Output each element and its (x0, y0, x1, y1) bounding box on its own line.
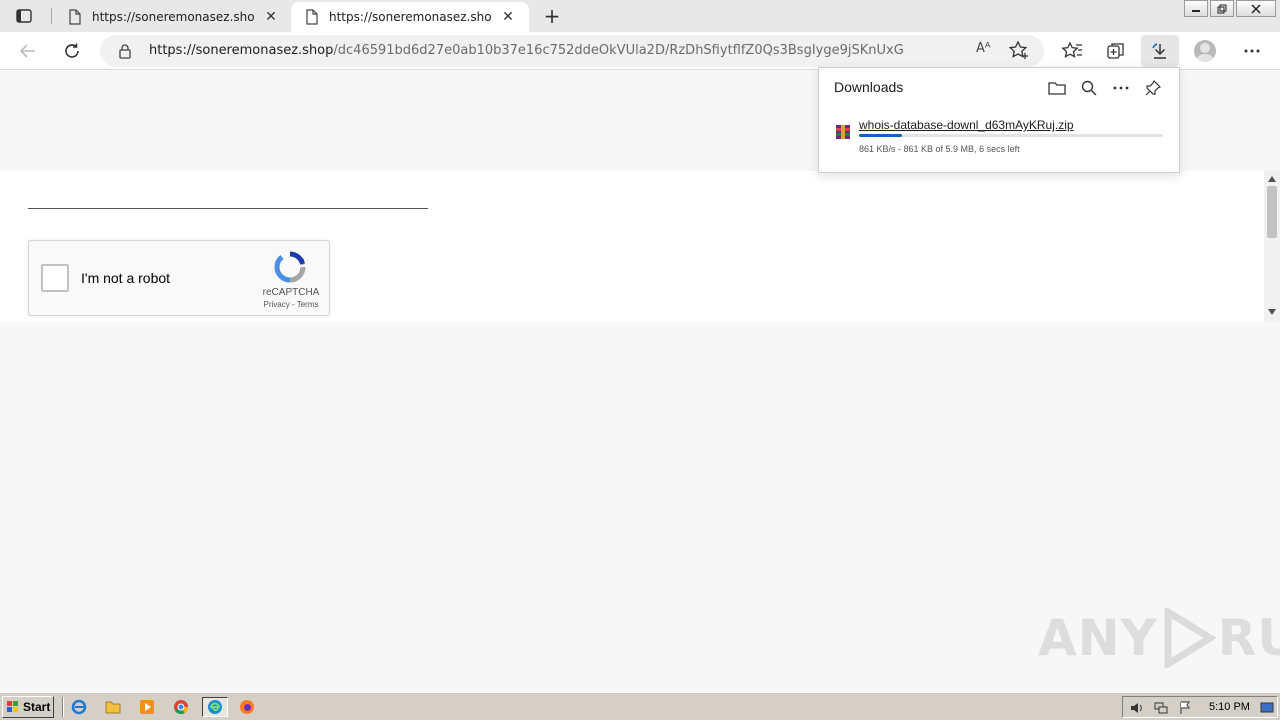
restore-icon (1217, 4, 1227, 13)
taskbar-media-player[interactable] (136, 697, 158, 717)
favorites-icon (1061, 41, 1082, 58)
firefox-icon (240, 700, 254, 714)
recaptcha-privacy-terms-link[interactable]: Privacy - Terms (251, 300, 331, 309)
system-tray: 5:10 PM (1122, 696, 1278, 718)
taskbar-edge[interactable] (202, 697, 228, 717)
taskbar-clock: 5:10 PM (1209, 701, 1250, 713)
action-center-flag-icon[interactable] (1177, 700, 1193, 716)
media-player-icon (140, 700, 154, 714)
taskbar-ie[interactable] (68, 697, 90, 717)
minimize-button[interactable] (1184, 0, 1208, 17)
network-icon[interactable] (1153, 700, 1169, 716)
recaptcha-label: I'm not a robot (81, 270, 171, 286)
pin-downloads-button[interactable] (1143, 78, 1163, 98)
winrar-archive-icon (836, 125, 850, 139)
edge-icon (208, 700, 222, 714)
back-button[interactable] (14, 37, 42, 65)
tab-actions-icon (16, 9, 32, 23)
url-text: https://soneremonasez.shop/dc46591bd6d27… (149, 43, 904, 58)
search-downloads-button[interactable] (1079, 78, 1099, 98)
page-icon (69, 9, 81, 25)
tab-1[interactable]: https://soneremonasez.shop/dc46591bd6d27… (54, 2, 290, 32)
lock-icon (119, 44, 131, 59)
download-icon (1152, 43, 1166, 59)
search-icon (1081, 80, 1097, 96)
taskbar-chrome[interactable] (170, 697, 192, 717)
open-folder-button[interactable] (1047, 78, 1067, 98)
tab-actions-button[interactable] (8, 4, 40, 28)
new-tab-button[interactable]: + (540, 4, 564, 28)
start-label: Start (23, 700, 51, 714)
tab-title: https://soneremonasez.shop/dc46591bd6d27… (92, 10, 254, 24)
refresh-button[interactable] (58, 37, 86, 65)
download-filename[interactable]: whois-database-downl_d63mAyKRuj.zip (859, 118, 1074, 132)
refresh-icon (65, 43, 79, 58)
url-path: /dc46591bd6d27e0ab10b37e16c752ddeOkVUla2… (333, 43, 904, 58)
read-aloud-button[interactable]: Aᴬ (976, 41, 991, 56)
windows-flag-icon (7, 701, 18, 712)
taskbar-explorer[interactable] (102, 697, 124, 717)
download-progress-fill (859, 134, 902, 137)
profile-avatar[interactable] (1194, 40, 1216, 62)
taskbar: Start 5:10 PM (0, 692, 1280, 720)
restore-button[interactable] (1210, 0, 1234, 17)
downloads-more-button[interactable] (1111, 78, 1131, 98)
browser-toolbar: https://soneremonasez.shop/dc46591bd6d27… (0, 32, 1280, 70)
watermark-text-left: ANY (1038, 609, 1158, 667)
page-icon (306, 9, 318, 25)
collections-icon (1107, 43, 1124, 59)
downloads-panel: Downloads whois-database-downl_d63mAyKRu… (818, 67, 1180, 173)
more-horizontal-icon (1113, 86, 1129, 90)
scroll-down-arrow[interactable] (1268, 309, 1276, 315)
close-icon (1251, 3, 1261, 14)
close-window-button[interactable] (1236, 0, 1276, 17)
scroll-up-arrow[interactable] (1268, 176, 1276, 182)
download-progress-bar (859, 134, 1163, 137)
recaptcha-checkbox[interactable] (41, 264, 69, 292)
address-bar[interactable]: https://soneremonasez.shop/dc46591bd6d27… (100, 35, 1044, 67)
divider-line (28, 208, 428, 209)
add-favorite-icon[interactable] (1008, 40, 1030, 62)
close-tab-button[interactable]: ✕ (262, 8, 280, 26)
recaptcha-widget: I'm not a robot reCAPTCHA Privacy - Term… (28, 240, 330, 316)
tab-2[interactable]: https://soneremonasez.shop/dc46591bd6d27… (291, 2, 529, 32)
more-horizontal-icon (1244, 49, 1260, 53)
start-button[interactable]: Start (2, 696, 54, 718)
show-desktop-icon[interactable] (1259, 700, 1275, 716)
anyrun-watermark: ANY RUN (1038, 608, 1280, 668)
settings-menu-button[interactable] (1238, 37, 1266, 65)
favorites-button[interactable] (1058, 37, 1086, 65)
captcha-frame: I'm not a robot reCAPTCHA Privacy - Term… (0, 171, 1280, 322)
back-arrow-icon (19, 44, 35, 58)
collections-button[interactable] (1102, 37, 1130, 65)
folder-icon (105, 701, 121, 714)
downloads-title: Downloads (834, 79, 904, 95)
watermark-text-right: RUN (1217, 609, 1280, 667)
taskbar-separator (62, 697, 64, 717)
internet-explorer-icon (71, 699, 87, 715)
volume-icon[interactable] (1129, 700, 1145, 716)
folder-icon (1048, 82, 1066, 95)
downloads-button[interactable] (1141, 35, 1179, 67)
minimize-icon (1192, 9, 1200, 12)
recaptcha-logo-icon (274, 251, 306, 283)
tab-separator (51, 8, 52, 24)
tab-strip: https://soneremonasez.shop/dc46591bd6d27… (0, 0, 1280, 32)
url-host: https://soneremonasez.shop (149, 43, 334, 58)
recaptcha-brand: reCAPTCHA (262, 287, 320, 298)
taskbar-firefox[interactable] (236, 697, 258, 717)
download-status: 861 KB/s - 861 KB of 5.9 MB, 6 secs left (859, 144, 1020, 154)
scroll-thumb[interactable] (1267, 186, 1277, 238)
tab-title: https://soneremonasez.shop/dc46591bd6d27… (329, 10, 491, 24)
vertical-scrollbar[interactable] (1264, 171, 1280, 322)
play-logo-icon (1164, 608, 1216, 668)
close-tab-button[interactable]: ✕ (499, 8, 517, 26)
chrome-icon (174, 700, 188, 714)
pin-icon (1145, 80, 1161, 96)
window-controls (1182, 0, 1276, 18)
